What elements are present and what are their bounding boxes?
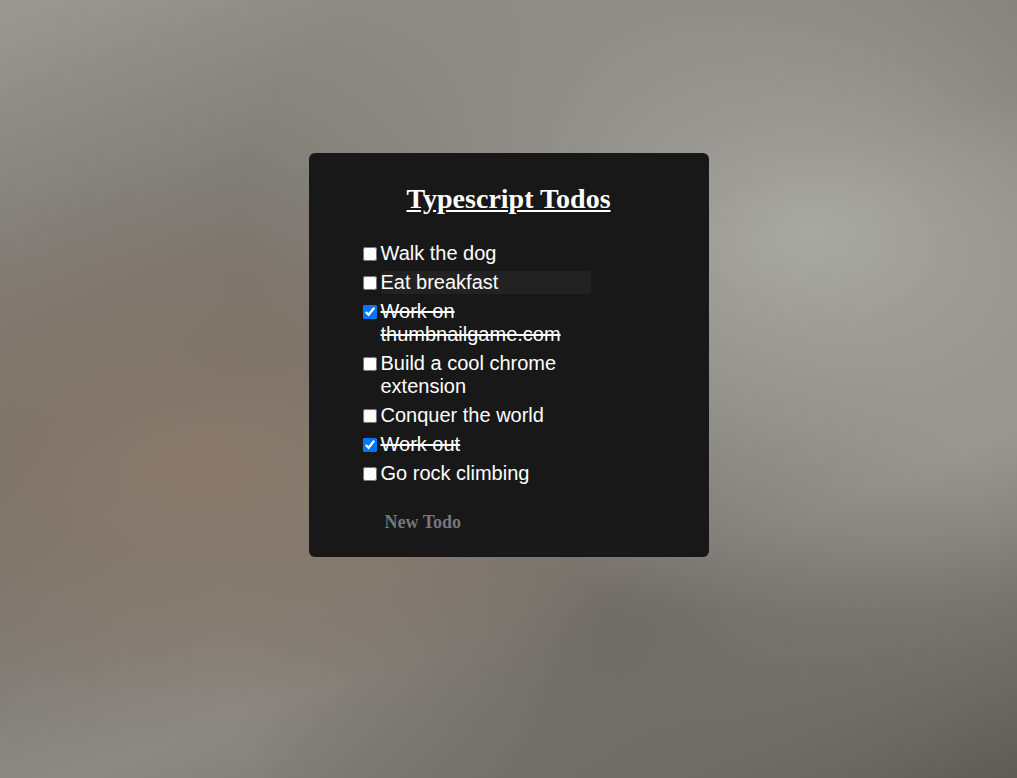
todo-checkbox[interactable]: [363, 247, 377, 261]
todo-item[interactable]: Eat breakfast: [363, 268, 591, 297]
todo-card: Typescript Todos Walk the dog Eat breakfas…: [309, 153, 709, 557]
todo-label: Conquer the world: [381, 404, 591, 427]
todo-checkbox[interactable]: [363, 438, 377, 452]
todo-checkbox[interactable]: [363, 276, 377, 290]
todo-item[interactable]: Conquer the world: [363, 401, 591, 430]
todo-item[interactable]: Walk the dog: [363, 239, 591, 268]
app-title: Typescript Todos: [363, 183, 655, 215]
todo-label: Go rock climbing: [381, 462, 591, 485]
todo-checkbox[interactable]: [363, 467, 377, 481]
todo-label: Build a cool chrome extension: [381, 352, 591, 398]
todo-label: Work on thumbnailgame.com: [381, 300, 591, 346]
todo-item[interactable]: Go rock climbing: [363, 459, 591, 488]
todo-item[interactable]: Work out: [363, 430, 591, 459]
todo-label: Walk the dog: [381, 242, 591, 265]
todo-checkbox[interactable]: [363, 409, 377, 423]
todo-checkbox[interactable]: [363, 357, 377, 371]
background-photo: Typescript Todos Walk the dog Eat breakfas…: [0, 0, 1017, 778]
new-todo-input[interactable]: [383, 508, 587, 537]
todo-checkbox[interactable]: [363, 305, 377, 319]
todo-label: Work out: [381, 433, 591, 456]
todo-item[interactable]: Build a cool chrome extension: [363, 349, 591, 401]
todo-label: Eat breakfast: [381, 271, 591, 294]
todo-item[interactable]: Work on thumbnailgame.com: [363, 297, 591, 349]
todo-list: Walk the dog Eat breakfast Work on thumbna…: [363, 239, 591, 488]
